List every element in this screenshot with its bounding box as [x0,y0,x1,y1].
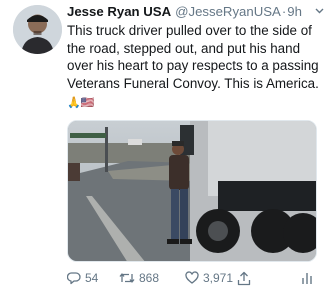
share-icon [237,271,251,286]
tweet-actions: 54 868 3,971 [67,268,317,288]
tweet-text: This truck driver pulled over to the sid… [67,22,325,113]
tweet-header: Jesse Ryan USA @JesseRyanUSA · 9h [67,3,325,20]
author-display-name[interactable]: Jesse Ryan USA [67,3,171,20]
reply-count: 54 [85,271,99,285]
retweet-count: 868 [139,271,160,285]
author-handle[interactable]: @JesseRyanUSA [175,3,281,20]
share-button[interactable] [237,271,251,286]
author-avatar[interactable] [13,5,62,54]
like-button[interactable]: 3,971 [185,271,233,285]
analytics-icon [301,271,313,285]
tweet-card[interactable]: Jesse Ryan USA @JesseRyanUSA · 9h This t… [0,0,330,293]
tweet-timestamp[interactable]: 9h [287,3,302,20]
chevron-down-icon[interactable] [310,4,325,20]
like-count: 3,971 [203,271,234,285]
tweet-emojis: 🙏🇺🇸 [67,96,95,109]
header-separator: · [281,4,287,19]
tweet-photo[interactable] [67,120,317,262]
analytics-button[interactable] [301,271,313,285]
reply-button[interactable]: 54 [67,271,98,285]
heart-icon [185,271,199,285]
retweet-icon [119,271,135,285]
retweet-button[interactable]: 868 [119,271,159,285]
tweet-text-content: This truck driver pulled over to the sid… [67,23,319,92]
reply-icon [67,271,81,285]
